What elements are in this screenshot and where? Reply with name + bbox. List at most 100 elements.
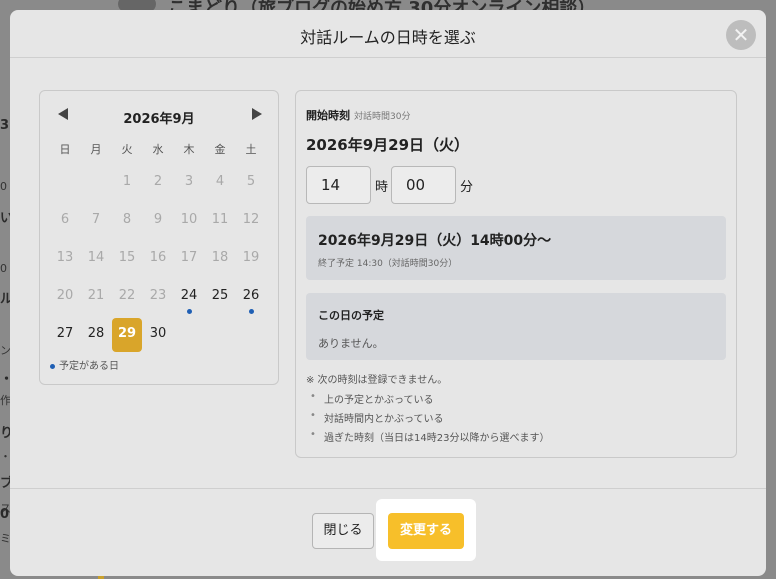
selected-date-heading: 2026年9月29日（火） [306, 136, 470, 154]
calendar-day: 18 [205, 242, 235, 276]
minute-input[interactable] [391, 166, 456, 204]
calendar-day-number: 6 [60, 212, 70, 227]
hour-unit: 時 [375, 180, 389, 195]
calendar-day[interactable]: 25 [205, 280, 235, 314]
change-button[interactable]: 変更する [388, 513, 464, 549]
hour-input[interactable] [306, 166, 371, 204]
calendar-day-number: 8 [122, 212, 132, 227]
calendar-day-number: 19 [242, 250, 260, 265]
calendar-day: 16 [143, 242, 173, 276]
day-schedule: この日の予定 ありません。 [306, 293, 726, 360]
time-panel: 開始時刻対話時間30分 2026年9月29日（火） 時 分 2026年9月29日… [295, 90, 737, 458]
calendar-day-number: 7 [91, 212, 101, 227]
calendar: 2026年9月 日月火水木金土 1 2 3 4 5 6 7 8 9 10 11 12 13 14 15 16 1… [39, 90, 279, 385]
weekday-label: 金 [214, 143, 226, 156]
legend-label: 予定がある日 [59, 361, 119, 372]
calendar-day-number: 15 [118, 250, 136, 265]
calendar-day-number: 23 [149, 288, 167, 303]
weekday-label: 火 [121, 143, 133, 156]
calendar-day-number: 22 [118, 288, 136, 303]
calendar-nav: 2026年9月 [40, 108, 278, 127]
calendar-day[interactable]: 26 [236, 280, 266, 314]
event-dot-icon [249, 309, 254, 314]
day-schedule-empty: ありません。 [318, 337, 384, 350]
calendar-day-number: 28 [87, 326, 105, 341]
modal-header: 対話ルームの日時を選ぶ ✕ [10, 10, 766, 58]
calendar-day: 3 [174, 166, 204, 200]
weekday-label: 土 [245, 143, 257, 156]
background-left-column: 3 0 い 0 ルン・作り・ブス 0 ミ [0, 0, 13, 579]
calendar-day-number: 4 [215, 174, 225, 189]
calendar-weekdays: 日月火水木金土 [50, 141, 270, 156]
weekday-label: 水 [152, 143, 164, 156]
calendar-month-label: 2026年9月 [123, 112, 195, 127]
calendar-day: 11 [205, 204, 235, 238]
weekday-label: 日 [59, 143, 71, 156]
calendar-day: 5 [236, 166, 266, 200]
summary-end-time: 終了予定 14:30（対話時間30分） [318, 259, 458, 269]
calendar-day[interactable]: 24 [174, 280, 204, 314]
calendar-day-number: 17 [180, 250, 198, 265]
note-item: 過ぎた時刻（当日は14時23分以降から選べます） [306, 429, 549, 448]
background-text-fragment: 0 [0, 507, 10, 522]
calendar-day: 6 [50, 204, 80, 238]
next-month-icon[interactable] [252, 108, 262, 120]
background-text-fragment: 3 [0, 118, 10, 133]
calendar-day: 13 [50, 242, 80, 276]
close-icon[interactable]: ✕ [726, 20, 756, 50]
calendar-day-number: 24 [180, 288, 198, 303]
modal-title: 対話ルームの日時を選ぶ [300, 28, 476, 47]
start-time-label: 開始時刻 対話時間30分 [306, 107, 410, 123]
calendar-day[interactable]: 29 [112, 318, 142, 352]
calendar-day[interactable]: 27 [50, 318, 80, 352]
calendar-day: 20 [50, 280, 80, 314]
calendar-day-number: 11 [211, 212, 229, 227]
datetime-modal: 対話ルームの日時を選ぶ ✕ 2026年9月 日月火水木金土 1234567891… [10, 10, 766, 576]
calendar-day-number: 18 [211, 250, 229, 265]
calendar-day: 12 [236, 204, 266, 238]
calendar-day[interactable]: 30 [143, 318, 173, 352]
background-text-fragment: 0 [0, 262, 7, 275]
background-text-fragment: 0 [0, 180, 7, 193]
weekday-label: 木 [183, 143, 195, 156]
calendar-day-number: 13 [56, 250, 74, 265]
calendar-day-number: 3 [184, 174, 194, 189]
calendar-day-number: 16 [149, 250, 167, 265]
calendar-day-number: 30 [149, 326, 167, 341]
calendar-day-number: 29 [117, 326, 137, 341]
calendar-day: 17 [174, 242, 204, 276]
weekday-label: 月 [90, 143, 102, 156]
calendar-day: 7 [81, 204, 111, 238]
calendar-day-number: 14 [87, 250, 105, 265]
calendar-day: 8 [112, 204, 142, 238]
calendar-day: 2 [143, 166, 173, 200]
calendar-day: 22 [112, 280, 142, 314]
calendar-day[interactable]: 28 [81, 318, 111, 352]
calendar-day: 21 [81, 280, 111, 314]
note-item: 上の予定とかぶっている [306, 391, 549, 410]
start-time-title: 開始時刻 [306, 109, 350, 122]
restriction-notes: ※ 次の時刻は登録できません。 上の予定とかぶっている 対話時間内とかぶっている… [306, 371, 549, 448]
close-button[interactable]: 閉じる [312, 513, 374, 549]
calendar-day: 9 [143, 204, 173, 238]
minute-unit: 分 [460, 180, 474, 195]
calendar-day-number: 10 [180, 212, 198, 227]
calendar-day-number: 1 [122, 174, 132, 189]
start-time-sub: 対話時間30分 [354, 112, 411, 122]
calendar-day-number: 9 [153, 212, 163, 227]
modal-footer: 閉じる 変更する [10, 488, 766, 576]
event-dot-icon [50, 363, 55, 369]
calendar-day-number: 2 [153, 174, 163, 189]
event-dot-icon [187, 309, 192, 314]
day-schedule-title: この日の予定 [318, 309, 384, 322]
note-item: 対話時間内とかぶっている [306, 410, 549, 429]
calendar-legend: 予定がある日 [50, 357, 119, 372]
calendar-day-number: 12 [242, 212, 260, 227]
calendar-day: 4 [205, 166, 235, 200]
calendar-day: 15 [112, 242, 142, 276]
calendar-day: 1 [112, 166, 142, 200]
calendar-day: 10 [174, 204, 204, 238]
selection-summary: 2026年9月29日（火）14時00分〜 終了予定 14:30（対話時間30分） [306, 216, 726, 280]
calendar-day-number: 20 [56, 288, 74, 303]
calendar-day: 14 [81, 242, 111, 276]
